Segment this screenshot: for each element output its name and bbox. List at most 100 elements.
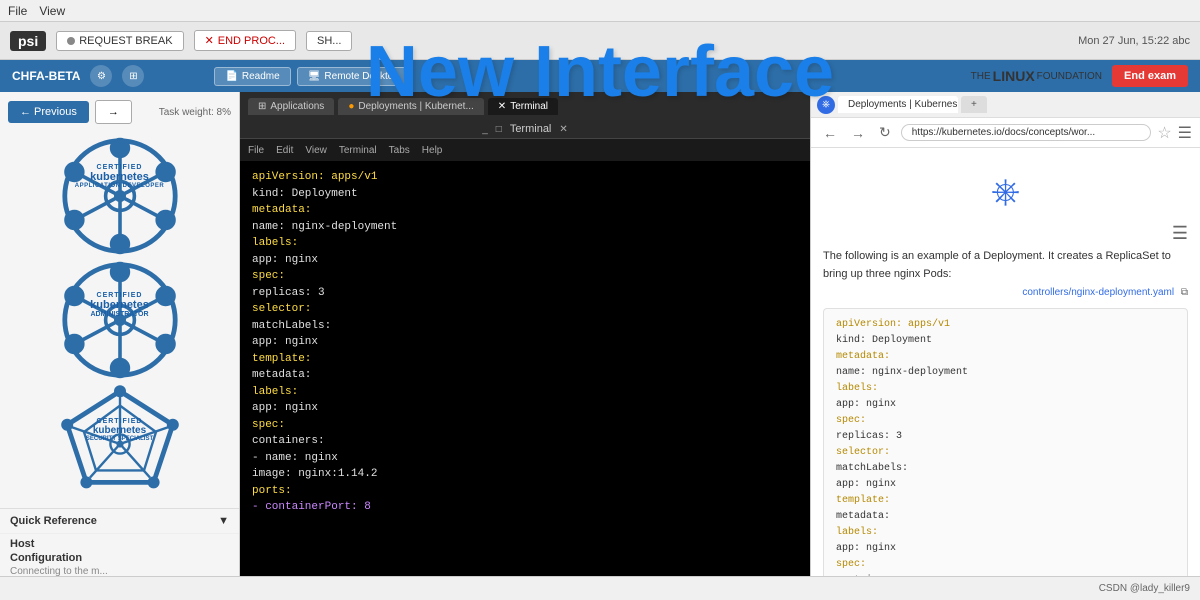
browser-menu-btn: ☰ <box>823 223 1188 244</box>
copy-icon[interactable]: ⧉ <box>1181 287 1188 298</box>
minimize-icon[interactable]: _ <box>482 124 488 135</box>
previous-button[interactable]: ← Previous <box>8 101 89 123</box>
end-exam-button[interactable]: End exam <box>1112 65 1188 87</box>
close-icon[interactable]: ✕ <box>559 124 567 135</box>
settings-icon[interactable]: ⚙ <box>90 65 112 87</box>
forward-button[interactable]: → <box>847 123 869 143</box>
browser-code-line: spec: <box>836 557 1175 573</box>
browser-code-line: template: <box>836 493 1175 509</box>
badges-area: CERTIFIED kubernetes APPLICATION DEVELOP… <box>0 132 239 508</box>
terminal-line: name: nginx-deployment <box>252 219 798 236</box>
terminal-line: spec: <box>252 268 798 285</box>
end-proctor-button[interactable]: ✕ END PROC... <box>194 30 296 51</box>
terminal-area: ⊞ Applications ● Deployments | Kubernet.… <box>240 92 810 576</box>
browser-code-line: app: nginx <box>836 477 1175 493</box>
k8s-logo: ⎈ <box>823 160 1188 223</box>
browser-code-line: replicas: 3 <box>836 429 1175 445</box>
back-button[interactable]: ← <box>819 123 841 143</box>
request-break-button[interactable]: REQUEST BREAK <box>56 31 183 51</box>
psi-toolbar: psi REQUEST BREAK ✕ END PROC... SH... Mo… <box>0 22 1200 60</box>
grid-icon[interactable]: ⊞ <box>122 65 144 87</box>
content-row: ← Previous → Task weight: 8% <box>0 92 1200 576</box>
cka-wheel-svg <box>60 260 180 380</box>
menu-edit-item[interactable]: Edit <box>276 145 293 156</box>
browser-content[interactable]: ⎈ ☰ The following is an example of a Dep… <box>811 148 1200 576</box>
app-wrapper: File View psi REQUEST BREAK ✕ END PROC..… <box>0 0 1200 600</box>
cka-role-label: ADMINISTRATOR <box>90 311 149 318</box>
browser-code-line: app: nginx <box>836 397 1175 413</box>
terminal-tab[interactable]: ✕ Terminal <box>488 98 558 115</box>
browser-code-line: kind: Deployment <box>836 333 1175 349</box>
refresh-button[interactable]: ↻ <box>875 122 895 143</box>
applications-tab[interactable]: ⊞ Applications <box>248 98 334 115</box>
ckss-pentagon-svg <box>60 384 180 504</box>
new-tab[interactable]: + <box>961 96 987 113</box>
address-input[interactable] <box>901 124 1152 141</box>
terminal-tabs-bar: ⊞ Applications ● Deployments | Kubernet.… <box>240 92 810 120</box>
menu-file-item[interactable]: File <box>248 145 264 156</box>
terminal-line: - name: nginx <box>252 450 798 467</box>
host-section: Host Configuration Connecting to the m..… <box>0 533 239 576</box>
ckss-certified-label: CERTIFIED <box>86 418 153 425</box>
terminal-title-label: Terminal <box>510 123 552 135</box>
browser-code-block: apiVersion: apps/v1kind: Deploymentmetad… <box>823 308 1188 576</box>
menu-terminal-item[interactable]: Terminal <box>339 145 377 156</box>
desktop-icon: 🖥 <box>308 71 321 82</box>
hamburger-icon[interactable]: ☰ <box>1172 223 1188 244</box>
k8s-tab-icon: ● <box>348 101 354 112</box>
terminal-line: labels: <box>252 235 798 252</box>
terminal-line: template: <box>252 351 798 368</box>
left-sidebar: ← Previous → Task weight: 8% <box>0 92 240 576</box>
configuration-label: Configuration <box>10 552 229 564</box>
terminal-line: spec: <box>252 417 798 434</box>
deployments-browser-tab[interactable]: Deployments | Kubernes... ✕ <box>838 96 958 113</box>
share-button[interactable]: SH... <box>306 31 352 51</box>
ckad-wheel-svg <box>60 136 180 256</box>
menu-file[interactable]: File <box>8 4 27 18</box>
quick-reference-header[interactable]: Quick Reference ▼ <box>10 515 229 527</box>
exam-header-bar: CHFA-BETA ⚙ ⊞ 📄 Readme 🖥 Remote Desktop … <box>0 60 1200 92</box>
menu-view-item[interactable]: View <box>305 145 327 156</box>
k8s-favicon: ⎈ <box>817 96 835 114</box>
cka-kubernetes-label: kubernetes <box>90 299 149 311</box>
terminal-line: metadata: <box>252 367 798 384</box>
browser-code-line: labels: <box>836 381 1175 397</box>
browser-address-bar: ← → ↻ ☆ ☰ <box>811 118 1200 148</box>
terminal-line: app: nginx <box>252 334 798 351</box>
readme-button[interactable]: 📄 Readme <box>214 67 290 86</box>
datetime-display: Mon 27 Jun, 15:22 abc <box>1078 35 1190 47</box>
menu-view[interactable]: View <box>39 4 65 18</box>
browser-panel: ⎈ Deployments | Kubernes... ✕ + ← → ↻ ☆ … <box>810 92 1200 576</box>
terminal-content[interactable]: apiVersion: apps/v1kind: Deploymentmetad… <box>240 161 810 576</box>
maximize-icon[interactable]: □ <box>496 124 502 135</box>
quick-reference-label: Quick Reference <box>10 515 97 527</box>
book-icon: 📄 <box>225 71 237 82</box>
ckad-badge-text: CERTIFIED kubernetes APPLICATION DEVELOP… <box>75 164 164 189</box>
terminal-line: labels: <box>252 384 798 401</box>
remote-desktop-button[interactable]: 🖥 Remote Desktop <box>297 67 410 86</box>
code-link[interactable]: controllers/nginx-deployment.yaml ⧉ <box>823 283 1188 302</box>
browser-code-line: name: nginx-deployment <box>836 365 1175 381</box>
dot-icon <box>67 37 75 45</box>
menu-tabs-item[interactable]: Tabs <box>389 145 410 156</box>
terminal-line: app: nginx <box>252 252 798 269</box>
browser-code-line: metadata: <box>836 349 1175 365</box>
connecting-label: Connecting to the m... <box>10 566 229 576</box>
ckss-badge-text: CERTIFIED kubernetes SECURITY SPECIALIST <box>86 418 153 442</box>
ckss-role-label: SECURITY SPECIALIST <box>86 436 153 442</box>
terminal-line: app: nginx <box>252 400 798 417</box>
browser-code-line: app: nginx <box>836 541 1175 557</box>
terminal-line: matchLabels: <box>252 318 798 335</box>
cka-badge-text: CERTIFIED kubernetes ADMINISTRATOR <box>90 292 149 318</box>
browser-code-line: matchLabels: <box>836 461 1175 477</box>
ckad-certified-label: CERTIFIED <box>75 164 164 171</box>
next-button[interactable]: → <box>95 100 132 124</box>
deployments-tab[interactable]: ● Deployments | Kubernet... <box>338 98 483 115</box>
ckss-badge: CERTIFIED kubernetes SECURITY SPECIALIST <box>60 384 180 504</box>
quick-reference-section: Quick Reference ▼ <box>0 508 239 533</box>
browser-menu-icon[interactable]: ☰ <box>1178 123 1192 143</box>
right-header-area: THE LINUX FOUNDATION End exam <box>971 65 1188 87</box>
chfa-label: CHFA-BETA <box>12 69 80 83</box>
bookmark-icon[interactable]: ☆ <box>1157 123 1171 143</box>
menu-help-item[interactable]: Help <box>422 145 443 156</box>
